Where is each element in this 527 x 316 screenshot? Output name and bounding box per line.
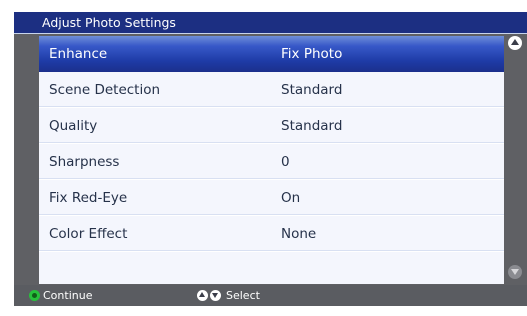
up-arrow-icon xyxy=(197,290,208,301)
setting-value: 0 xyxy=(281,154,290,170)
setting-value: On xyxy=(281,190,301,206)
continue-hint: Continue xyxy=(43,289,93,302)
footer-hint-bar: Continue Select xyxy=(14,285,527,306)
setting-value: Standard xyxy=(281,118,343,134)
setting-row-sharpness[interactable]: Sharpness 0 xyxy=(39,144,504,180)
setting-row-scene-detection[interactable]: Scene Detection Standard xyxy=(39,72,504,108)
select-hint: Select xyxy=(226,289,260,302)
down-arrow-icon xyxy=(210,290,221,301)
menu-title: Adjust Photo Settings xyxy=(42,15,176,30)
title-bar: Adjust Photo Settings xyxy=(14,12,527,34)
setting-label: Sharpness xyxy=(49,154,120,170)
setting-value: None xyxy=(281,226,317,242)
setting-label: Color Effect xyxy=(49,226,128,242)
setting-row-fix-red-eye[interactable]: Fix Red-Eye On xyxy=(39,180,504,216)
setting-row-quality[interactable]: Quality Standard xyxy=(39,108,504,144)
setting-label: Enhance xyxy=(49,46,108,62)
setting-label: Quality xyxy=(49,118,98,134)
setting-row-color-effect[interactable]: Color Effect None xyxy=(39,216,504,252)
setting-value: Standard xyxy=(281,82,343,98)
setting-row-enhance[interactable]: Enhance Fix Photo xyxy=(39,36,504,72)
camera-menu-screen: Adjust Photo Settings Enhance Fix Photo … xyxy=(0,0,527,316)
setting-label: Scene Detection xyxy=(49,82,161,98)
setting-label: Fix Red-Eye xyxy=(49,190,128,206)
setting-value: Fix Photo xyxy=(281,46,343,62)
scroll-down-icon[interactable] xyxy=(508,265,522,279)
scroll-up-icon[interactable] xyxy=(508,36,522,50)
row-divider xyxy=(39,250,504,252)
ok-button-icon xyxy=(29,290,40,301)
